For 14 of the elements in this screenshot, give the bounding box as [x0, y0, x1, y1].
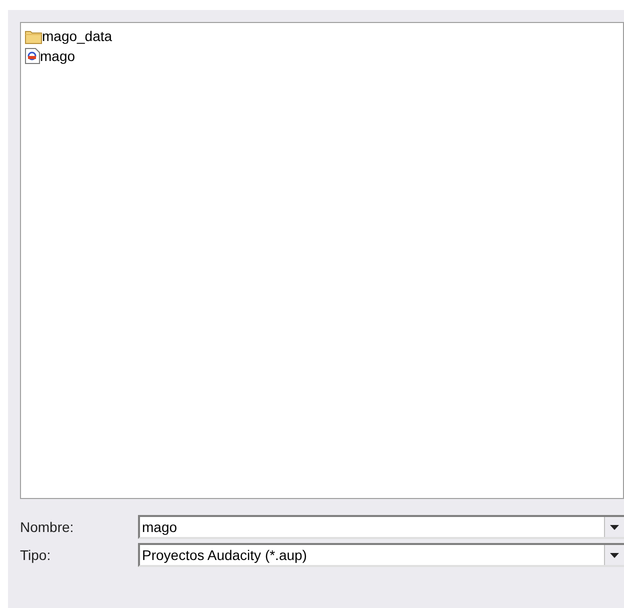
combo-value: Proyectos Audacity (*.aup)	[141, 546, 308, 565]
combo-value: mago	[141, 518, 178, 537]
field-label: Nombre:	[20, 518, 75, 536]
document-icon	[25, 48, 40, 64]
combo-box[interactable]: Proyectos Audacity (*.aup)	[138, 543, 624, 567]
file-item[interactable]: mago_data	[25, 27, 112, 45]
file-item[interactable]: mago	[25, 47, 76, 65]
field-label: Tipo:	[20, 546, 52, 565]
caret-icon	[610, 524, 619, 530]
caret-icon	[610, 552, 619, 558]
combo-box[interactable]: mago	[138, 515, 624, 539]
dropdown-button[interactable]	[604, 545, 624, 565]
folder-icon	[25, 28, 42, 44]
dropdown-button[interactable]	[604, 517, 624, 537]
